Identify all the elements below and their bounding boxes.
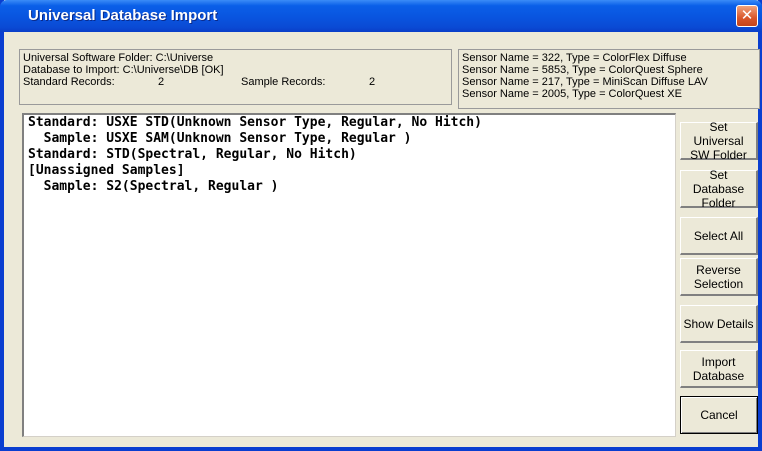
database-text: Database to Import: C:\Universe\DB [OK] bbox=[23, 64, 224, 76]
select-all-button[interactable]: Select All bbox=[680, 217, 758, 255]
show-details-button[interactable]: Show Details bbox=[680, 305, 758, 343]
import-info-panel: Universal Software Folder: C:\Universe D… bbox=[19, 49, 452, 105]
cancel-button[interactable]: Cancel bbox=[680, 396, 758, 434]
set-database-folder-button[interactable]: Set Database Folder bbox=[680, 167, 758, 210]
list-item[interactable]: Sample: S2(Spectral, Regular ) bbox=[28, 179, 675, 195]
title-bar[interactable]: Universal Database Import ✕ bbox=[0, 0, 762, 32]
records-list[interactable]: Standard: USXE STD(Unknown Sensor Type, … bbox=[22, 113, 676, 437]
sensor-list-panel: Sensor Name = 322, Type = ColorFlex Diff… bbox=[458, 49, 760, 109]
reverse-selection-button[interactable]: Reverse Selection bbox=[680, 258, 758, 296]
reverse-selection-label: Reverse Selection bbox=[693, 262, 744, 291]
set-database-folder-label: Set Database Folder bbox=[692, 167, 745, 210]
list-item[interactable]: Sample: USXE SAM(Unknown Sensor Type, Re… bbox=[28, 131, 675, 147]
list-item[interactable]: Standard: STD(Spectral, Regular, No Hitc… bbox=[28, 147, 675, 163]
import-database-button[interactable]: Import Database bbox=[680, 350, 758, 388]
list-item[interactable]: Standard: USXE STD(Unknown Sensor Type, … bbox=[28, 115, 675, 131]
records-summary: Standard Records: 2 Sample Records: 2 bbox=[23, 76, 448, 88]
sensor-entry: Sensor Name = 2005, Type = ColorQuest XE bbox=[462, 88, 682, 100]
close-icon[interactable]: ✕ bbox=[736, 5, 758, 27]
list-item[interactable]: [Unassigned Samples] bbox=[28, 163, 675, 179]
set-universal-sw-folder-button[interactable]: Set Universal SW Folder bbox=[680, 119, 758, 162]
window-title: Universal Database Import bbox=[28, 7, 218, 24]
software-folder-text: Universal Software Folder: C:\Universe bbox=[23, 52, 214, 64]
sensor-entry: Sensor Name = 217, Type = MiniScan Diffu… bbox=[462, 76, 708, 88]
sample-records-label: Sample Records: bbox=[241, 76, 326, 88]
select-all-label: Select All bbox=[693, 228, 744, 243]
sensor-entry: Sensor Name = 5853, Type = ColorQuest Sp… bbox=[462, 64, 703, 76]
standard-records-label: Standard Records: bbox=[23, 76, 115, 88]
show-details-label: Show Details bbox=[683, 316, 754, 331]
sample-records-count: 2 bbox=[369, 76, 376, 88]
sensor-entry: Sensor Name = 322, Type = ColorFlex Diff… bbox=[462, 52, 687, 64]
cancel-label: Cancel bbox=[700, 408, 738, 422]
set-universal-sw-folder-label: Set Universal SW Folder bbox=[690, 119, 747, 162]
import-database-label: Import Database bbox=[692, 354, 745, 383]
standard-records-count: 2 bbox=[158, 76, 165, 88]
